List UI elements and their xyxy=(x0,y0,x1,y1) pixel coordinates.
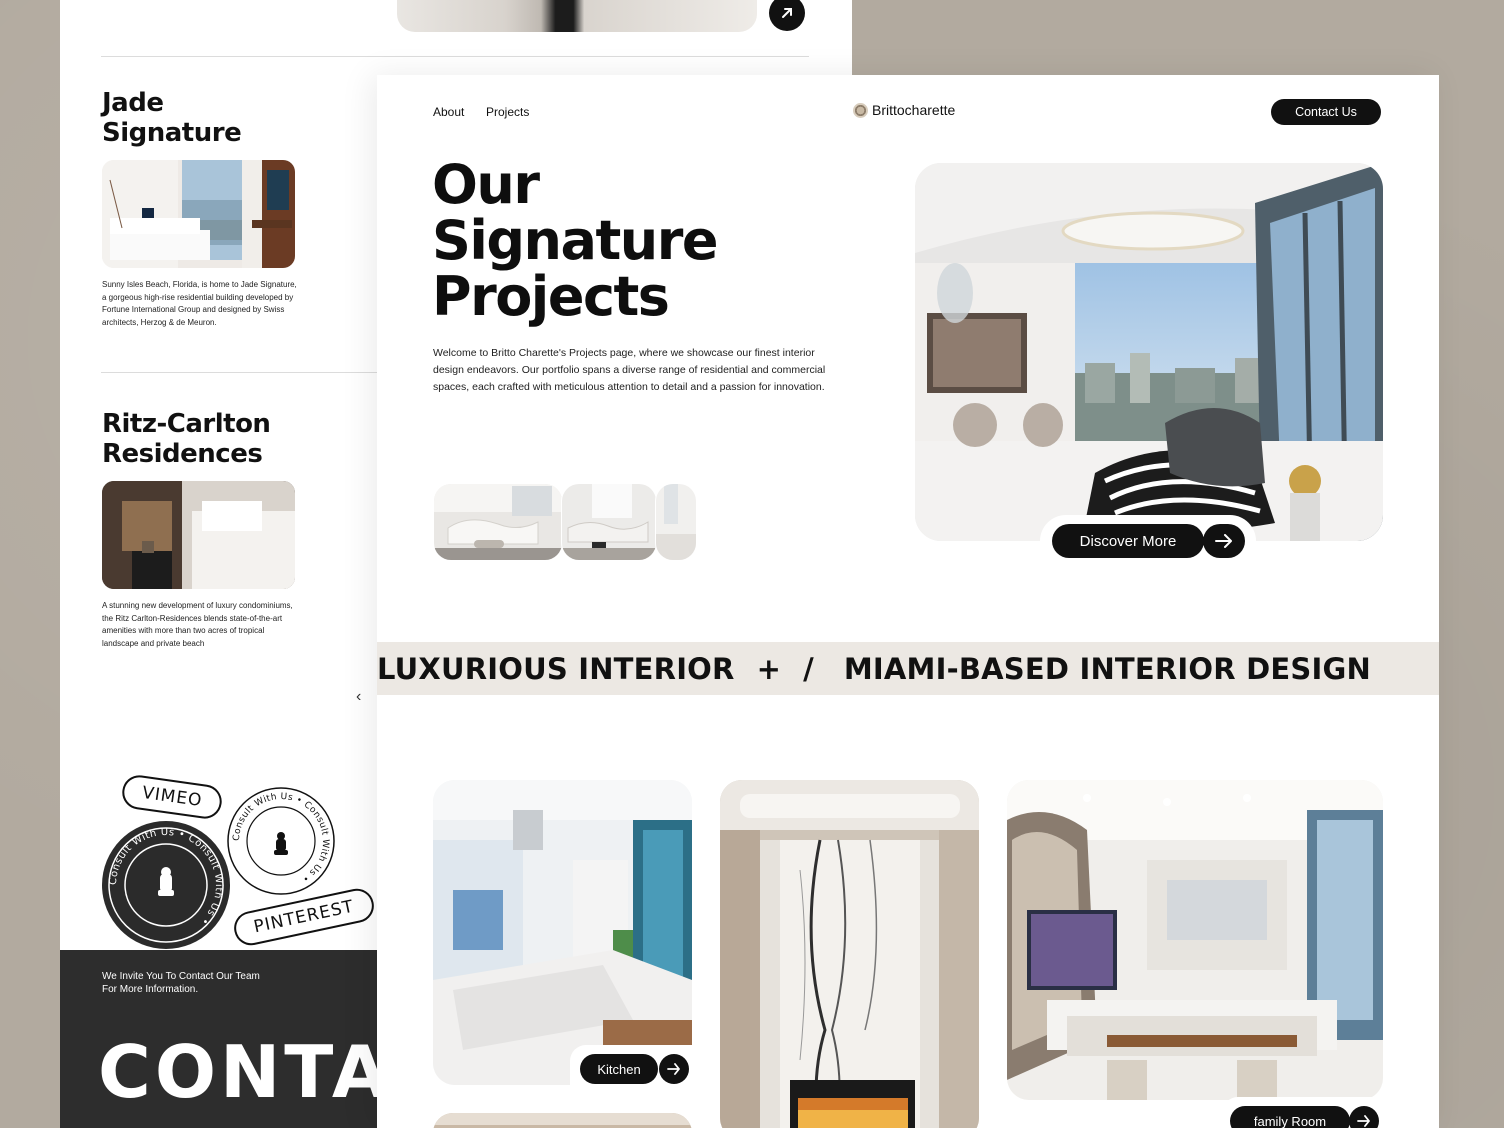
top-project-arrow-button[interactable] xyxy=(769,0,805,31)
consult-badge-light[interactable]: Consult With Us • Consult With Us • xyxy=(226,786,336,896)
marquee-item: LUXURIOUS INTERIOR xyxy=(377,651,735,686)
project-title-ritz[interactable]: Ritz-Carlton Residences xyxy=(102,409,332,469)
contact-invite-text: We Invite You To Contact Our Team For Mo… xyxy=(102,971,260,995)
brand-logo[interactable]: Brittocharette xyxy=(853,102,955,118)
gallery-card-peek[interactable] xyxy=(433,1113,692,1128)
project-description-jade: Sunny Isles Beach, Florida, is home to J… xyxy=(102,280,297,328)
discover-more-button[interactable]: Discover More xyxy=(1052,524,1204,558)
divider xyxy=(101,56,809,57)
arrow-right-icon xyxy=(1215,534,1232,548)
marquee-banner: LUXURIOUS INTERIOR + / MIAMI-BASED INTER… xyxy=(377,642,1439,695)
brand-name: Brittocharette xyxy=(872,102,956,118)
nav-projects[interactable]: Projects xyxy=(486,105,529,119)
arrow-right-icon xyxy=(1357,1115,1370,1127)
discover-arrow-button[interactable] xyxy=(1203,524,1245,558)
family-room-label[interactable]: family Room xyxy=(1230,1106,1350,1128)
thumbnail-strip xyxy=(433,483,697,561)
family-room-arrow-button[interactable] xyxy=(1349,1106,1379,1128)
thumbnail-living-room-1[interactable] xyxy=(433,483,563,561)
divider xyxy=(101,372,379,373)
chevron-left-icon[interactable]: ‹ xyxy=(356,688,361,706)
thumbnail-living-room-3[interactable] xyxy=(655,483,697,561)
marquee-separator: / xyxy=(803,651,814,686)
marquee-item: MIAMI-BASED INTERIOR DESIGN xyxy=(843,651,1371,686)
hero-image[interactable] xyxy=(915,163,1383,541)
nav-about[interactable]: About xyxy=(433,105,464,119)
contact-heading: CONTA xyxy=(98,1030,392,1114)
project-title-jade[interactable]: Jade Signature xyxy=(102,88,332,148)
kitchen-label[interactable]: Kitchen xyxy=(580,1054,658,1084)
project-image-ritz[interactable] xyxy=(102,481,295,589)
kitchen-arrow-button[interactable] xyxy=(659,1054,689,1084)
hero-description: Welcome to Britto Charette's Projects pa… xyxy=(433,347,826,393)
vimeo-link[interactable]: VIMEO xyxy=(120,773,225,821)
contact-us-button[interactable]: Contact Us xyxy=(1271,99,1381,125)
gallery-card-kitchen[interactable] xyxy=(433,780,692,1085)
thumbnail-living-room-2[interactable] xyxy=(561,483,657,561)
gallery-card-fireplace[interactable] xyxy=(720,780,979,1128)
arrow-up-right-icon xyxy=(782,8,792,18)
page-title: Our Signature Projects xyxy=(432,153,718,328)
front-page: About Projects Brittocharette Contact Us… xyxy=(377,75,1439,1128)
logo-icon xyxy=(853,102,868,118)
project-image-jade[interactable] xyxy=(102,160,295,268)
consult-badge-dark[interactable]: Consult With Us • Consult With Us • xyxy=(101,820,231,950)
gallery-card-family-room[interactable] xyxy=(1007,780,1383,1100)
marquee-separator: + xyxy=(756,651,782,686)
arrow-right-icon xyxy=(667,1063,680,1075)
top-project-image[interactable] xyxy=(397,0,757,32)
project-description-ritz: A stunning new development of luxury con… xyxy=(102,601,293,649)
